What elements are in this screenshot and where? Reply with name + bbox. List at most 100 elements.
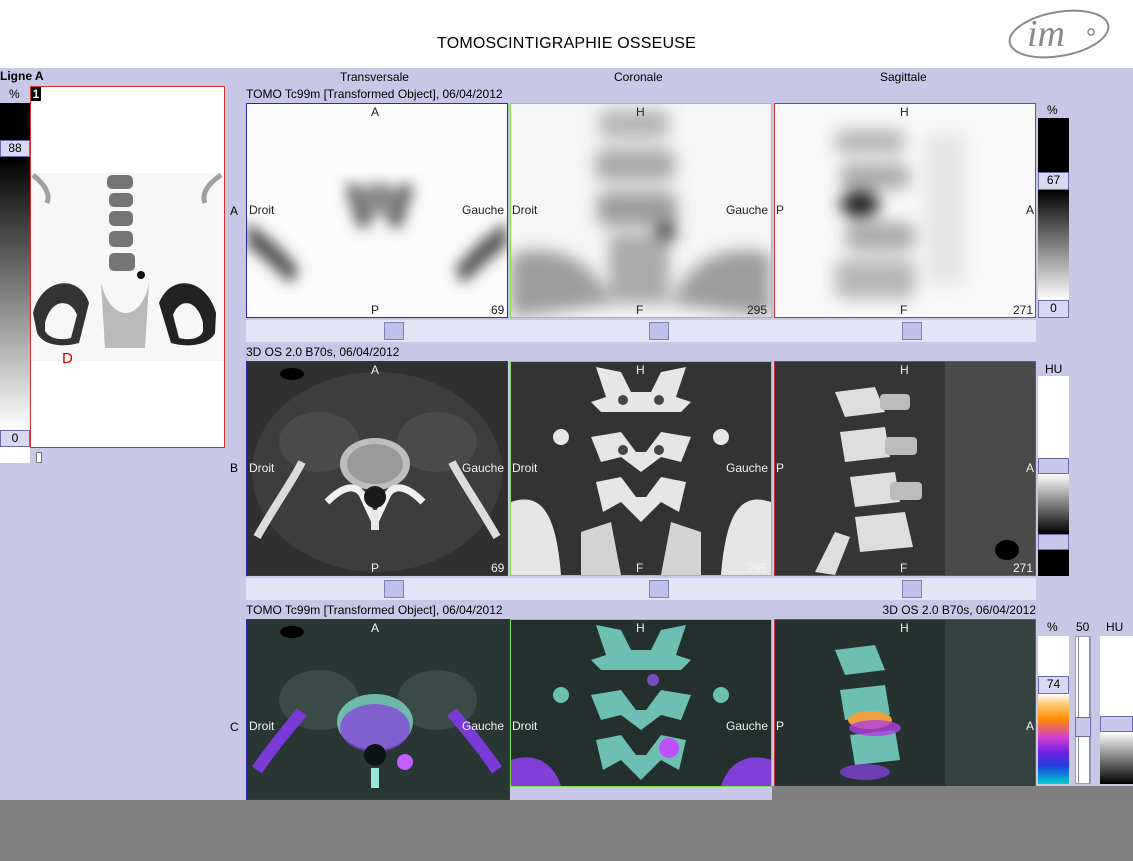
row-a-color-scale (1038, 190, 1069, 300)
row-a-sag-scroll-thumb[interactable] (902, 322, 922, 340)
row-a-coronal-view[interactable]: H F Droit Gauche 295 (510, 103, 772, 318)
row-c-blend-track (1078, 637, 1090, 783)
row-label-a: A (230, 204, 239, 218)
row-a-cor-gauche: Gauche (726, 203, 769, 217)
row-b-scale-track (1038, 376, 1069, 576)
row-c-trans-gauche: Gauche (462, 719, 505, 733)
row-a-transversal-view[interactable]: A P Droit Gauche 69 (246, 103, 508, 318)
col-header-transversale: Transversale (340, 70, 409, 84)
whole-body-scan-image (31, 173, 224, 361)
row-a-scale-label: % (1047, 103, 1058, 117)
row-b-trans-slice: 69 (491, 561, 505, 575)
logo: im (1008, 9, 1110, 59)
view-badge: 1 (31, 87, 41, 101)
row-a-sag-foot: F (900, 303, 908, 317)
row-b-trans-droit: Droit (249, 461, 275, 475)
left-scale-footer (0, 447, 30, 463)
row-c-caption-left: TOMO Tc99m [Transformed Object], 06/04/2… (246, 603, 503, 617)
row-b-slice-scrollbar[interactable] (246, 578, 1036, 600)
row-a-sag-post: P (776, 203, 785, 217)
row-c-coronal-view[interactable]: H Droit Gauche (510, 619, 772, 787)
bottom-gray-strip (772, 786, 1133, 800)
logo-text: im (1027, 13, 1065, 55)
row-c-hu-handle[interactable] (1100, 716, 1133, 732)
col-header-coronale: Coronale (614, 70, 663, 84)
row-b-cor-foot: F (636, 561, 644, 575)
row-c-blend-handle[interactable] (1075, 717, 1091, 737)
row-b-cor-gauche: Gauche (726, 461, 769, 475)
left-percent-label: % (9, 87, 20, 101)
row-a-trans-droit: Droit (249, 203, 275, 217)
row-c-cor-gauche: Gauche (726, 719, 769, 733)
row-c-sag-head: H (900, 621, 909, 635)
left-scale-handle[interactable] (36, 452, 42, 463)
row-b-cor-scroll-thumb[interactable] (649, 580, 669, 598)
row-b-coronal-view[interactable]: H F Droit Gauche 295 (510, 361, 772, 576)
row-a-cor-head: H (636, 105, 645, 119)
page-title: TOMOSCINTIGRAPHIE OSSEUSE (437, 35, 696, 52)
row-c-scale-top (1038, 636, 1069, 678)
row-b-color-scale (1038, 474, 1069, 534)
row-label-b: B (230, 461, 239, 475)
row-a-cor-foot: F (636, 303, 644, 317)
whole-body-scan-view[interactable]: 1 D (30, 86, 225, 448)
row-c-fifty-label: 50 (1076, 620, 1090, 634)
row-b-trans-ant: A (371, 363, 380, 377)
row-b-sagittal-view[interactable]: H F P A 271 (774, 361, 1036, 576)
row-a-trans-scroll-thumb[interactable] (384, 322, 404, 340)
row-c-transversal-view[interactable]: A Droit Gauche (246, 619, 510, 800)
row-b-trans-post: P (371, 561, 380, 575)
marker-d: D (62, 350, 73, 367)
row-b-cor-slice: 295 (747, 561, 768, 575)
row-b-sag-head: H (900, 363, 909, 377)
row-b-sag-slice: 271 (1013, 561, 1034, 575)
row-a-trans-slice: 69 (491, 303, 505, 317)
bottom-status-area (0, 800, 1133, 861)
left-color-scale (0, 157, 30, 430)
row-b-trans-scroll-thumb[interactable] (384, 580, 404, 598)
row-b-scale-label: HU (1045, 362, 1063, 376)
left-scale-bottom-value[interactable]: 0 (0, 430, 30, 447)
row-c-cor-head: H (636, 621, 645, 635)
left-panel-title: Ligne A (0, 69, 44, 83)
row-a-slice-scrollbar[interactable] (246, 320, 1036, 342)
row-a-trans-ant: A (371, 105, 380, 119)
row-c-coronal-image (511, 620, 771, 786)
row-c-hu-label: HU (1106, 620, 1124, 634)
row-a-sagittal-view[interactable]: H F P A 271 (774, 103, 1036, 318)
row-c-sag-ant: A (1026, 719, 1035, 733)
row-b-transversal-view[interactable]: A P Droit Gauche 69 (246, 361, 508, 576)
col-header-sagittale: Sagittale (880, 70, 927, 84)
row-b-sag-scroll-thumb[interactable] (902, 580, 922, 598)
row-b-scale-upper-handle[interactable] (1038, 458, 1069, 474)
left-scale-top-value[interactable]: 88 (0, 140, 30, 157)
row-c-caption-right: 3D OS 2.0 B70s, 06/04/2012 (882, 603, 1036, 617)
row-c-sag-post: P (776, 719, 785, 733)
row-a-cor-slice: 295 (747, 303, 768, 317)
row-b-scale-lower-handle[interactable] (1038, 534, 1069, 550)
row-c-percent-label: % (1047, 620, 1058, 634)
row-b-sag-ant: A (1026, 461, 1035, 475)
row-c-sagittal-view[interactable]: H P A (774, 619, 1036, 787)
row-b-cor-droit: Droit (512, 461, 538, 475)
row-a-scale-top-black (1038, 118, 1069, 172)
row-a-trans-gauche: Gauche (462, 203, 505, 217)
row-a-scale-bottom-value[interactable]: 0 (1038, 300, 1069, 318)
row-c-sagittal-image (775, 620, 1035, 786)
row-a-caption: TOMO Tc99m [Transformed Object], 06/04/2… (246, 87, 503, 101)
row-a-cor-droit: Droit (512, 203, 538, 217)
row-b-trans-gauche: Gauche (462, 461, 505, 475)
row-c-blend-slider[interactable] (1075, 636, 1091, 784)
header-bar (0, 0, 1133, 68)
row-a-sag-slice: 271 (1013, 303, 1034, 317)
row-a-trans-post: P (371, 303, 380, 317)
row-label-c: C (230, 720, 239, 734)
row-a-sagittal-image (835, 129, 965, 299)
row-c-hu-scale (1100, 636, 1133, 784)
row-c-scale-value[interactable]: 74 (1038, 676, 1069, 694)
row-c-cor-droit: Droit (512, 719, 538, 733)
row-c-hu-color-scale (1100, 732, 1133, 784)
left-scale-top-black (0, 103, 30, 141)
row-a-cor-scroll-thumb[interactable] (649, 322, 669, 340)
row-a-scale-top-value[interactable]: 67 (1038, 172, 1069, 190)
